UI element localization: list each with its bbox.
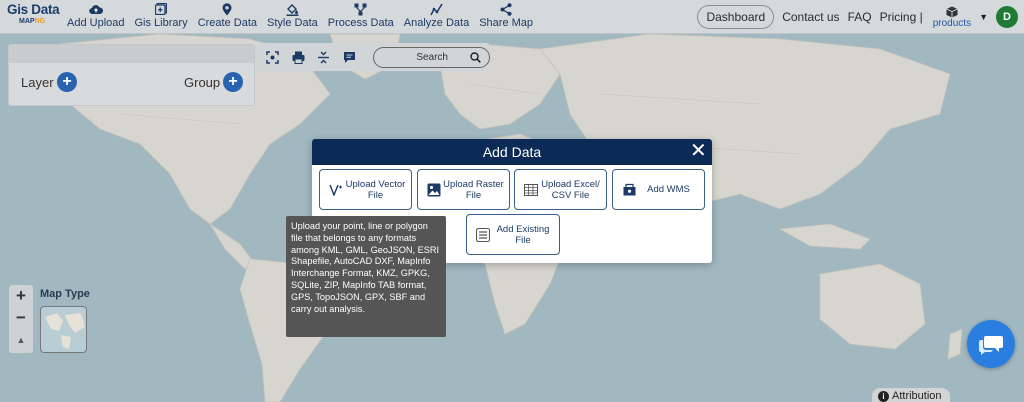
paint-bucket-icon [285,3,299,16]
nav-process-data[interactable]: Process Data [323,0,399,29]
contact-link[interactable]: Contact us [782,10,839,24]
logo-text: Gis Data [7,1,60,17]
raster-icon [426,182,442,198]
avatar[interactable]: D [996,6,1018,28]
search-placeholder: Search [416,51,448,63]
option-label: Upload Raster File [443,178,504,201]
measure-icon[interactable] [316,49,331,65]
nav-menu: Add Upload Gis Library Create Data Style… [62,0,538,34]
upload-vector-button[interactable]: Upload Vector File [319,169,412,210]
attribution-button[interactable]: i Attribution [872,388,950,402]
group-label: Group [184,75,221,90]
nav-share-map[interactable]: Share Map [474,0,538,29]
nav-label: Process Data [327,16,394,29]
logo[interactable]: Gis Data MAPNG [0,0,62,34]
vector-icon [328,182,344,198]
database-icon [475,227,491,243]
nav-label: Create Data [197,16,257,29]
table-icon [523,182,539,198]
nav-label: Share Map [479,16,534,29]
comment-icon[interactable] [341,49,356,65]
add-existing-file-button[interactable]: Add Existing File [466,214,560,255]
nav-right: Dashboard Contact us FAQ Pricing | produ… [697,0,1018,34]
map-toolbar: Search [257,43,490,71]
info-icon: i [878,390,889,402]
layer-label: Layer [21,75,54,90]
close-icon[interactable]: ✕ [690,141,707,161]
upload-vector-tooltip: Upload your point, line or polygon file … [286,216,446,337]
option-label: Add WMS [647,184,690,195]
products-label: products [932,17,972,29]
map-type-thumbnail[interactable] [40,306,87,353]
map-thumbnail-image [45,313,85,349]
add-group-button[interactable]: + [223,72,243,92]
nav-style-data[interactable]: Style Data [262,0,323,29]
dashboard-button[interactable]: Dashboard [697,5,775,29]
map-pin-icon [220,2,234,16]
option-label: Upload Vector File [345,178,406,201]
chevron-down-icon[interactable]: ▼ [979,12,988,22]
print-icon[interactable] [290,49,305,65]
chat-button[interactable] [967,320,1015,368]
nav-create-data[interactable]: Create Data [193,0,262,29]
chat-icon [979,336,1003,355]
analyze-icon [430,3,444,16]
products-menu[interactable]: products [933,6,971,29]
zoom-control: + − ▲ [9,285,33,353]
logo-subtext: MAPNG [19,17,46,25]
upload-csv-button[interactable]: Upload Excel/ CSV File [514,169,607,210]
nav-add-upload[interactable]: Add Upload [62,0,130,29]
add-layer-button[interactable]: + [57,72,77,92]
box-icon [946,6,958,17]
attribution-label: Attribution [892,390,942,402]
top-navbar: Gis Data MAPNG Add Upload Gis Library Cr… [0,0,1024,34]
modal-title: Add Data [482,144,542,160]
pricing-link[interactable]: Pricing | [880,10,923,24]
search-icon[interactable] [470,51,481,63]
share-icon [499,2,513,16]
map-type-label: Map Type [40,288,90,300]
faq-link[interactable]: FAQ [848,10,872,24]
library-icon [154,3,168,16]
nav-analyze-data[interactable]: Analyze Data [399,0,474,29]
nav-label: Style Data [267,16,318,29]
compass-button[interactable]: ▲ [9,329,33,351]
option-label: Add Existing File [496,223,550,246]
option-label: Upload Excel/ CSV File [541,178,600,201]
fullscreen-icon[interactable] [265,49,280,65]
cloud-upload-icon [89,3,103,16]
layer-panel: Layer + Group + [8,44,255,106]
modal-header: Add Data ✕ [312,139,712,165]
zoom-in-button[interactable]: + [9,285,33,307]
layer-panel-header [9,45,254,63]
nav-label: Gis Library [134,16,188,29]
nav-label: Add Upload [67,16,125,29]
search-input[interactable]: Search [372,46,490,68]
add-wms-button[interactable]: Add WMS [612,169,705,210]
process-icon [354,3,368,16]
zoom-out-button[interactable]: − [9,307,33,329]
upload-raster-button[interactable]: Upload Raster File [417,169,510,210]
wms-icon [621,182,637,198]
nav-gis-library[interactable]: Gis Library [130,0,193,29]
nav-label: Analyze Data [403,16,470,29]
